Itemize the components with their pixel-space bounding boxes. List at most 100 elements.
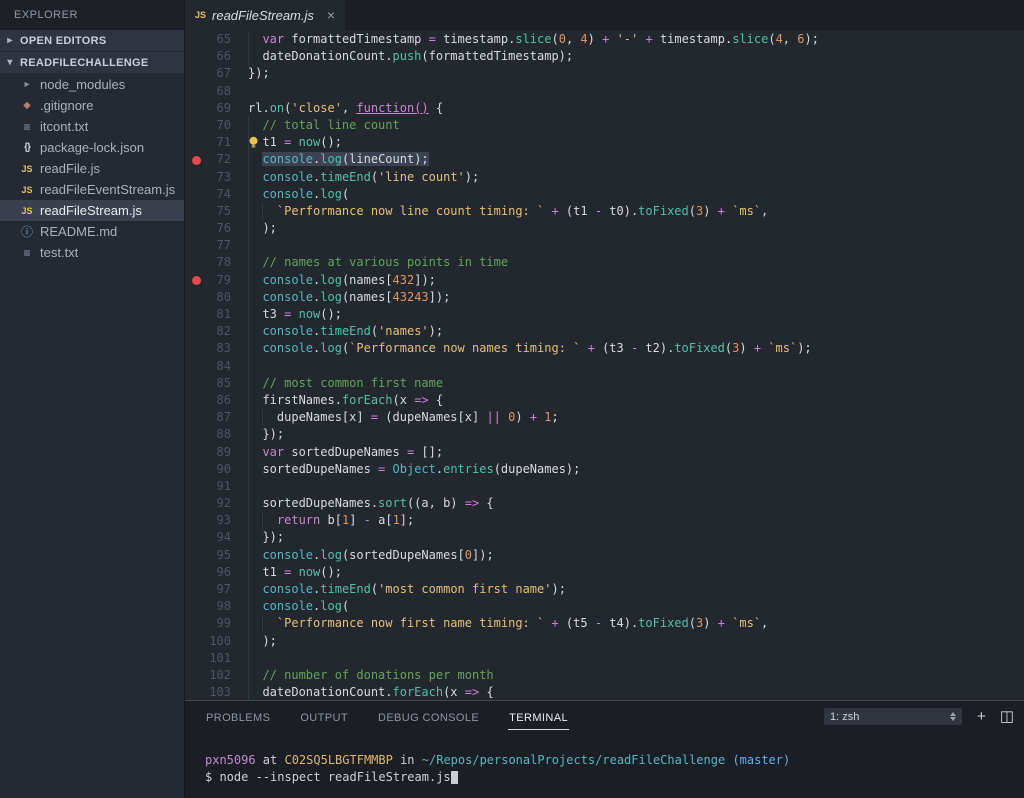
code-line-83[interactable]: 83 console.log(`Performance now names ti… <box>185 340 1024 357</box>
code-line-98[interactable]: 98 console.log( <box>185 598 1024 615</box>
file-item-readFileStream.js[interactable]: JSreadFileStream.js <box>0 200 184 221</box>
code-line-94[interactable]: 94 }); <box>185 529 1024 546</box>
new-terminal-icon[interactable]: + <box>977 709 986 724</box>
code-line-72[interactable]: 72 console.log(lineCount); <box>185 151 1024 168</box>
code-line-71[interactable]: 71 t1 = now(); <box>185 134 1024 151</box>
line-number[interactable]: 80 <box>185 289 231 306</box>
code-line-84[interactable]: 84 <box>185 358 1024 375</box>
line-number[interactable]: 88 <box>185 426 231 443</box>
line-number[interactable]: 76 <box>185 220 231 237</box>
line-number[interactable]: 94 <box>185 529 231 546</box>
file-item-node_modules[interactable]: ▸node_modules <box>0 74 184 95</box>
line-number[interactable]: 83 <box>185 340 231 357</box>
line-number[interactable]: 82 <box>185 323 231 340</box>
open-editors-section[interactable]: ▸ OPEN EDITORS <box>0 30 184 51</box>
code-editor[interactable]: 65 var formattedTimestamp = timestamp.sl… <box>185 30 1024 700</box>
code-line-91[interactable]: 91 <box>185 478 1024 495</box>
line-number[interactable]: 103 <box>185 684 231 700</box>
line-number[interactable]: 78 <box>185 254 231 271</box>
line-number[interactable]: 65 <box>185 31 231 48</box>
line-number[interactable]: 96 <box>185 564 231 581</box>
code-line-66[interactable]: 66 dateDonationCount.push(formattedTimes… <box>185 48 1024 65</box>
code-line-68[interactable]: 68 <box>185 83 1024 100</box>
line-number[interactable]: 89 <box>185 444 231 461</box>
code-line-74[interactable]: 74 console.log( <box>185 186 1024 203</box>
code-line-85[interactable]: 85 // most common first name <box>185 375 1024 392</box>
breakpoint-icon[interactable] <box>192 156 201 165</box>
line-number[interactable]: 66 <box>185 48 231 65</box>
line-number[interactable]: 101 <box>185 650 231 667</box>
close-icon[interactable]: × <box>327 7 335 23</box>
line-number[interactable]: 67 <box>185 65 231 82</box>
line-number[interactable]: 81 <box>185 306 231 323</box>
line-number[interactable]: 68 <box>185 83 231 100</box>
code-line-76[interactable]: 76 ); <box>185 220 1024 237</box>
file-item-README.md[interactable]: ⓘREADME.md <box>0 221 184 242</box>
code-line-97[interactable]: 97 console.timeEnd('most common first na… <box>185 581 1024 598</box>
terminal-content[interactable]: pxn5096 at C02SQ5LBGTFMMBP in ~/Repos/pe… <box>185 731 1024 786</box>
panel-tab-debug-console[interactable]: DEBUG CONSOLE <box>377 703 480 729</box>
code-line-65[interactable]: 65 var formattedTimestamp = timestamp.sl… <box>185 31 1024 48</box>
file-item-package-lock.json[interactable]: {}package-lock.json <box>0 137 184 158</box>
code-line-75[interactable]: 75 `Performance now line count timing: `… <box>185 203 1024 220</box>
code-line-89[interactable]: 89 var sortedDupeNames = []; <box>185 444 1024 461</box>
code-line-96[interactable]: 96 t1 = now(); <box>185 564 1024 581</box>
code-line-92[interactable]: 92 sortedDupeNames.sort((a, b) => { <box>185 495 1024 512</box>
file-item-readFileEventStream.js[interactable]: JSreadFileEventStream.js <box>0 179 184 200</box>
code-line-93[interactable]: 93 return b[1] - a[1]; <box>185 512 1024 529</box>
split-terminal-icon[interactable]: ◫ <box>1000 709 1014 724</box>
line-number[interactable]: 98 <box>185 598 231 615</box>
file-item-.gitignore[interactable]: ◆.gitignore <box>0 95 184 116</box>
file-item-readFile.js[interactable]: JSreadFile.js <box>0 158 184 179</box>
line-number[interactable]: 70 <box>185 117 231 134</box>
code-line-102[interactable]: 102 // number of donations per month <box>185 667 1024 684</box>
code-line-99[interactable]: 99 `Performance now first name timing: `… <box>185 615 1024 632</box>
line-number[interactable]: 93 <box>185 512 231 529</box>
code-text: console.log(names[43243]); <box>248 289 1024 306</box>
line-number[interactable]: 69 <box>185 100 231 117</box>
line-number[interactable]: 99 <box>185 615 231 632</box>
line-number[interactable]: 102 <box>185 667 231 684</box>
code-line-100[interactable]: 100 ); <box>185 633 1024 650</box>
line-number[interactable]: 95 <box>185 547 231 564</box>
folder-section[interactable]: ▾ READFILECHALLENGE <box>0 52 184 73</box>
panel-tab-terminal[interactable]: TERMINAL <box>508 703 569 730</box>
code-line-73[interactable]: 73 console.timeEnd('line count'); <box>185 169 1024 186</box>
code-line-79[interactable]: 79 console.log(names[432]); <box>185 272 1024 289</box>
shell-selector[interactable]: 1: zsh <box>823 707 963 726</box>
code-line-86[interactable]: 86 firstNames.forEach(x => { <box>185 392 1024 409</box>
code-line-67[interactable]: 67}); <box>185 65 1024 82</box>
code-line-81[interactable]: 81 t3 = now(); <box>185 306 1024 323</box>
panel-tab-problems[interactable]: PROBLEMS <box>205 703 271 729</box>
code-line-82[interactable]: 82 console.timeEnd('names'); <box>185 323 1024 340</box>
line-number[interactable]: 74 <box>185 186 231 203</box>
code-line-103[interactable]: 103 dateDonationCount.forEach(x => { <box>185 684 1024 700</box>
line-number[interactable]: 100 <box>185 633 231 650</box>
line-number[interactable]: 92 <box>185 495 231 512</box>
code-line-95[interactable]: 95 console.log(sortedDupeNames[0]); <box>185 547 1024 564</box>
line-number[interactable]: 71 <box>185 134 231 151</box>
code-line-90[interactable]: 90 sortedDupeNames = Object.entries(dupe… <box>185 461 1024 478</box>
code-line-87[interactable]: 87 dupeNames[x] = (dupeNames[x] || 0) + … <box>185 409 1024 426</box>
line-number[interactable]: 77 <box>185 237 231 254</box>
code-line-88[interactable]: 88 }); <box>185 426 1024 443</box>
code-line-80[interactable]: 80 console.log(names[43243]); <box>185 289 1024 306</box>
line-number[interactable]: 85 <box>185 375 231 392</box>
line-number[interactable]: 90 <box>185 461 231 478</box>
line-number[interactable]: 91 <box>185 478 231 495</box>
code-line-69[interactable]: 69rl.on('close', function() { <box>185 100 1024 117</box>
line-number[interactable]: 75 <box>185 203 231 220</box>
file-item-itcont.txt[interactable]: ≡itcont.txt <box>0 116 184 137</box>
line-number[interactable]: 86 <box>185 392 231 409</box>
line-number[interactable]: 84 <box>185 358 231 375</box>
editor-tab[interactable]: JS readFileStream.js × <box>185 0 345 30</box>
code-line-78[interactable]: 78 // names at various points in time <box>185 254 1024 271</box>
panel-tab-output[interactable]: OUTPUT <box>299 703 349 729</box>
line-number[interactable]: 87 <box>185 409 231 426</box>
code-line-77[interactable]: 77 <box>185 237 1024 254</box>
code-line-101[interactable]: 101 <box>185 650 1024 667</box>
code-line-70[interactable]: 70 // total line count <box>185 117 1024 134</box>
line-number[interactable]: 73 <box>185 169 231 186</box>
line-number[interactable]: 97 <box>185 581 231 598</box>
file-item-test.txt[interactable]: ≡test.txt <box>0 242 184 263</box>
